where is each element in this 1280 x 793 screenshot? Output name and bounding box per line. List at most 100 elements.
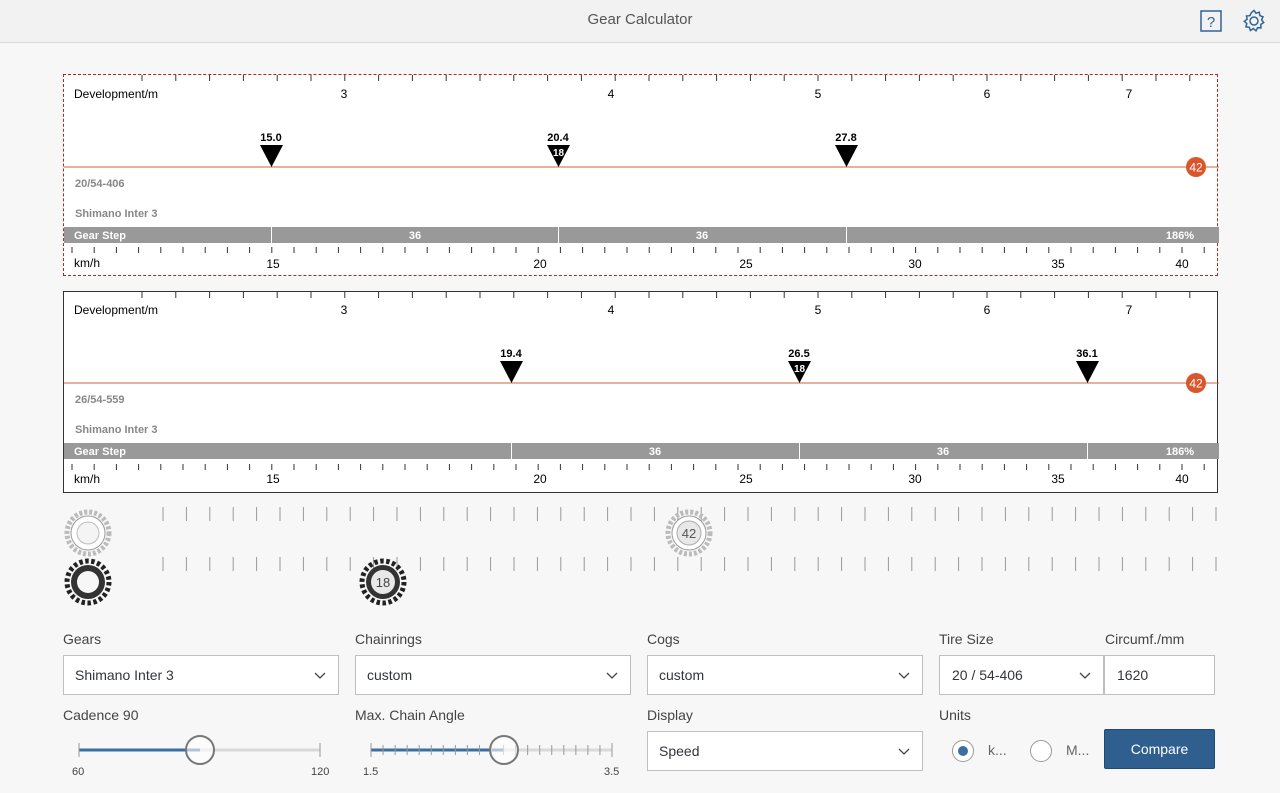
selected-chainring[interactable]: 42: [663, 508, 715, 558]
chain-angle-min-label: 1.5: [363, 766, 379, 778]
svg-text:26.5: 26.5: [788, 348, 809, 360]
gear-selector-area: [162, 507, 1217, 571]
gear-marker[interactable]: 27.8: [835, 132, 858, 167]
chainring-badge: 42: [1186, 157, 1206, 177]
unit-km-label[interactable]: k...: [988, 742, 1007, 758]
gears-label: Gears: [63, 631, 102, 647]
gear-marker[interactable]: 36.1: [1076, 348, 1099, 383]
speed-tick-label: 35: [1051, 472, 1065, 486]
gear-step-value: 186%: [1166, 446, 1194, 458]
tire-size-label: 20/54-406: [75, 178, 125, 190]
chevron-down-icon: [606, 672, 618, 679]
chevron-down-icon: [314, 672, 326, 679]
compare-button[interactable]: Compare: [1104, 729, 1215, 769]
gear-chart-panel-1[interactable]: Development/m 3 4 5 6 7 15.0 20.4 18 27.…: [63, 74, 1219, 276]
selected-cog[interactable]: 18: [357, 558, 409, 608]
development-tick-label: 4: [608, 87, 615, 101]
svg-text:20.4: 20.4: [547, 132, 569, 144]
speed-tick-label: 20: [533, 257, 547, 271]
cadence-slider-handle[interactable]: [185, 735, 215, 765]
app-header: Gear Calculator ?: [0, 0, 1280, 43]
development-tick-label: 5: [815, 303, 822, 317]
radio-selected-dot: [958, 746, 968, 756]
tire-size-label: Tire Size: [939, 631, 994, 647]
speed-axis-label: km/h: [74, 256, 100, 270]
gear-chart-panel-2[interactable]: Development/m 3 4 5 6 7 19.4 26.5 18 36.…: [63, 291, 1219, 493]
unit-km-radio[interactable]: [952, 740, 974, 762]
gear-step-value: 186%: [1166, 230, 1194, 242]
cogs-label: Cogs: [647, 631, 680, 647]
speed-tick-label: 15: [266, 257, 280, 271]
cadence-slider[interactable]: [70, 735, 330, 765]
display-select[interactable]: Speed: [647, 731, 923, 771]
development-axis-minor-ticks: [141, 75, 1191, 81]
unit-miles-radio[interactable]: [1030, 740, 1052, 762]
gear-marker[interactable]: 15.0: [260, 132, 283, 167]
development-tick-label: 7: [1126, 87, 1133, 101]
display-select-value: Speed: [659, 743, 700, 759]
cog-selector-ticks[interactable]: [162, 557, 1217, 571]
cadence-max-label: 120: [311, 766, 330, 778]
chainrings-select-value: custom: [367, 667, 413, 683]
gear-step-bar: Gear Step 36 36 186%: [64, 227, 1219, 243]
tire-size-label: 26/54-559: [75, 394, 125, 406]
speed-tick-label: 35: [1051, 257, 1065, 271]
chevron-down-icon: [898, 672, 910, 679]
development-tick-label: 3: [341, 87, 348, 101]
speed-tick-label: 30: [908, 472, 922, 486]
help-icon[interactable]: ?: [1198, 8, 1224, 34]
settings-icon[interactable]: [1241, 8, 1267, 34]
speed-axis-minor-ticks: [71, 464, 1205, 470]
development-axis-label: Development/m: [74, 87, 158, 101]
tire-size-select[interactable]: 20 / 54-406: [939, 655, 1104, 695]
chainring-badge: 42: [1186, 373, 1206, 393]
gear-marker[interactable]: 19.4: [500, 348, 523, 383]
cogs-select-value: custom: [659, 667, 705, 683]
development-tick-label: 3: [341, 303, 348, 317]
cadence-min-label: 60: [72, 766, 85, 778]
units-label: Units: [939, 707, 971, 723]
chain-angle-max-label: 3.5: [604, 766, 620, 778]
development-tick-label: 5: [815, 87, 822, 101]
gear-step-bar: Gear Step 36 36 186%: [64, 443, 1219, 459]
gear-step-value: 36: [649, 446, 661, 458]
svg-text:15.0: 15.0: [260, 132, 281, 144]
svg-text:36.1: 36.1: [1076, 348, 1097, 360]
speed-axis-minor-ticks: [71, 247, 1205, 253]
development-tick-label: 6: [984, 87, 991, 101]
development-axis-minor-ticks: [141, 292, 1191, 298]
selected-cog-value: 18: [376, 575, 390, 590]
gears-select[interactable]: Shimano Inter 3: [63, 655, 339, 695]
svg-text:19.4: 19.4: [500, 348, 522, 360]
speed-axis-label: km/h: [74, 472, 100, 486]
speed-tick-label: 25: [739, 257, 753, 271]
chainrings-label: Chainrings: [355, 631, 422, 647]
unit-miles-label[interactable]: M...: [1066, 742, 1089, 758]
gear-marker[interactable]: 20.4 18: [547, 132, 570, 167]
svg-text:42: 42: [1189, 161, 1203, 175]
chain-angle-slider-handle[interactable]: [489, 735, 519, 765]
chainring-icon[interactable]: [63, 508, 115, 558]
gear-step-label: Gear Step: [74, 446, 126, 458]
cog-icon[interactable]: [63, 558, 115, 608]
svg-text:18: 18: [794, 364, 806, 375]
speed-tick-label: 15: [266, 472, 280, 486]
tire-size-select-value: 20 / 54-406: [952, 667, 1023, 683]
circumference-label: Circumf./mm: [1105, 631, 1185, 647]
development-tick-label: 4: [608, 303, 615, 317]
chevron-down-icon: [898, 748, 910, 755]
chainrings-select[interactable]: custom: [355, 655, 631, 695]
gear-step-label: Gear Step: [74, 230, 126, 242]
speed-tick-label: 25: [739, 472, 753, 486]
cogs-select[interactable]: custom: [647, 655, 923, 695]
gear-step-value: 36: [409, 230, 421, 242]
svg-text:18: 18: [553, 148, 565, 159]
gears-select-value: Shimano Inter 3: [75, 667, 174, 683]
chain-angle-slider[interactable]: [362, 735, 622, 765]
circumference-input[interactable]: 1620: [1104, 655, 1215, 695]
gear-step-value: 36: [937, 446, 949, 458]
circumference-input-value: 1620: [1117, 667, 1149, 683]
svg-text:27.8: 27.8: [835, 132, 856, 144]
development-tick-label: 7: [1126, 303, 1133, 317]
gear-marker[interactable]: 26.5 18: [788, 348, 811, 383]
